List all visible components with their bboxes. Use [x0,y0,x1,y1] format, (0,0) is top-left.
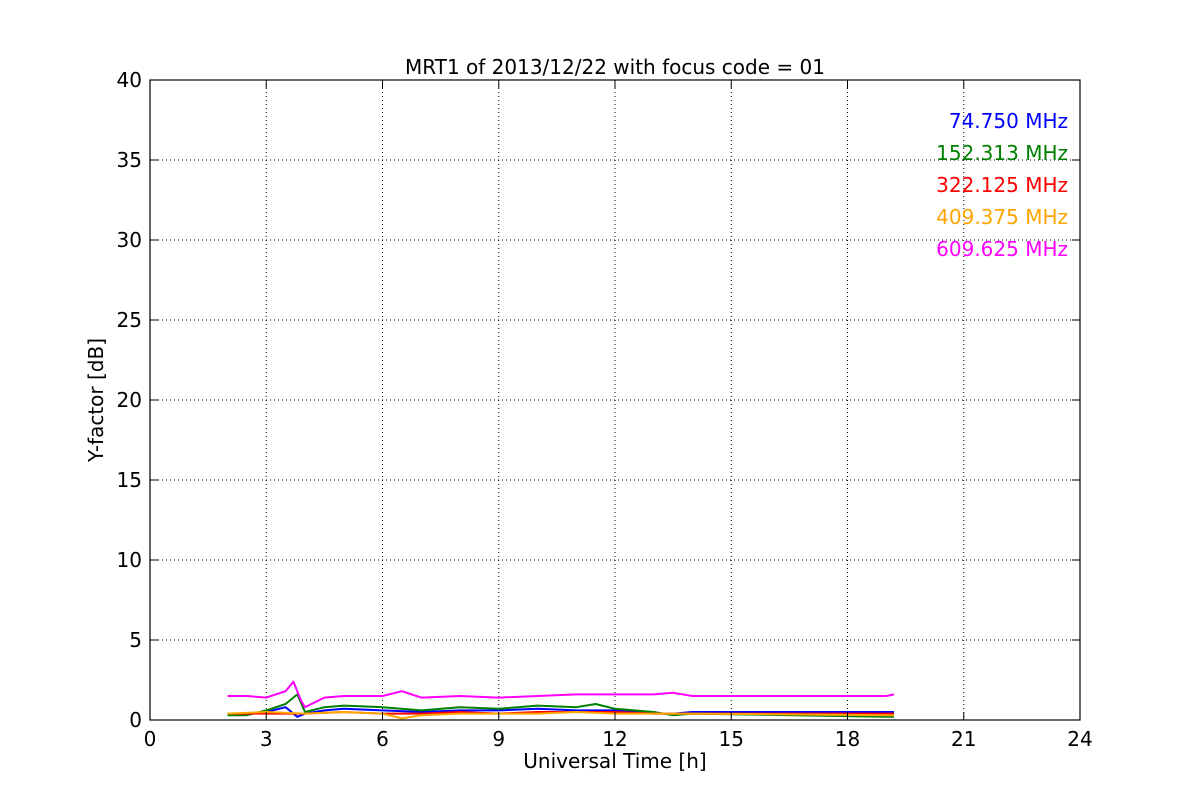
chart-title: MRT1 of 2013/12/22 with focus code = 01 [405,55,825,79]
x-tick-label: 3 [260,727,273,751]
y-tick-label: 25 [117,308,142,332]
x-tick-label: 6 [376,727,389,751]
y-axis-label: Y-factor [dB] [84,338,108,463]
x-tick-label: 21 [951,727,976,751]
x-tick-label: 18 [835,727,860,751]
y-tick-label: 20 [117,388,142,412]
y-tick-label: 30 [117,228,142,252]
legend-entry: 409.375 MHz [936,205,1068,229]
x-tick-label: 9 [492,727,505,751]
x-tick-label: 12 [602,727,627,751]
y-tick-label: 40 [117,68,142,92]
x-tick-label: 24 [1067,727,1092,751]
chart-svg: MRT1 of 2013/12/22 with focus code = 01 … [0,0,1200,800]
legend-entry: 74.750 MHz [949,109,1068,133]
legend-entry: 322.125 MHz [936,173,1068,197]
y-tick-label: 15 [117,468,142,492]
x-axis-label: Universal Time [h] [523,749,706,773]
x-tick-label: 15 [719,727,744,751]
y-tick-label: 35 [117,148,142,172]
y-tick-label: 0 [129,708,142,732]
legend: 74.750 MHz 152.313 MHz 322.125 MHz 409.375 … [936,109,1068,261]
legend-entry: 152.313 MHz [936,141,1068,165]
y-tick-label: 10 [117,548,142,572]
y-tick-label: 5 [129,628,142,652]
legend-entry: 609.625 MHz [936,237,1068,261]
x-tick-label: 0 [144,727,157,751]
